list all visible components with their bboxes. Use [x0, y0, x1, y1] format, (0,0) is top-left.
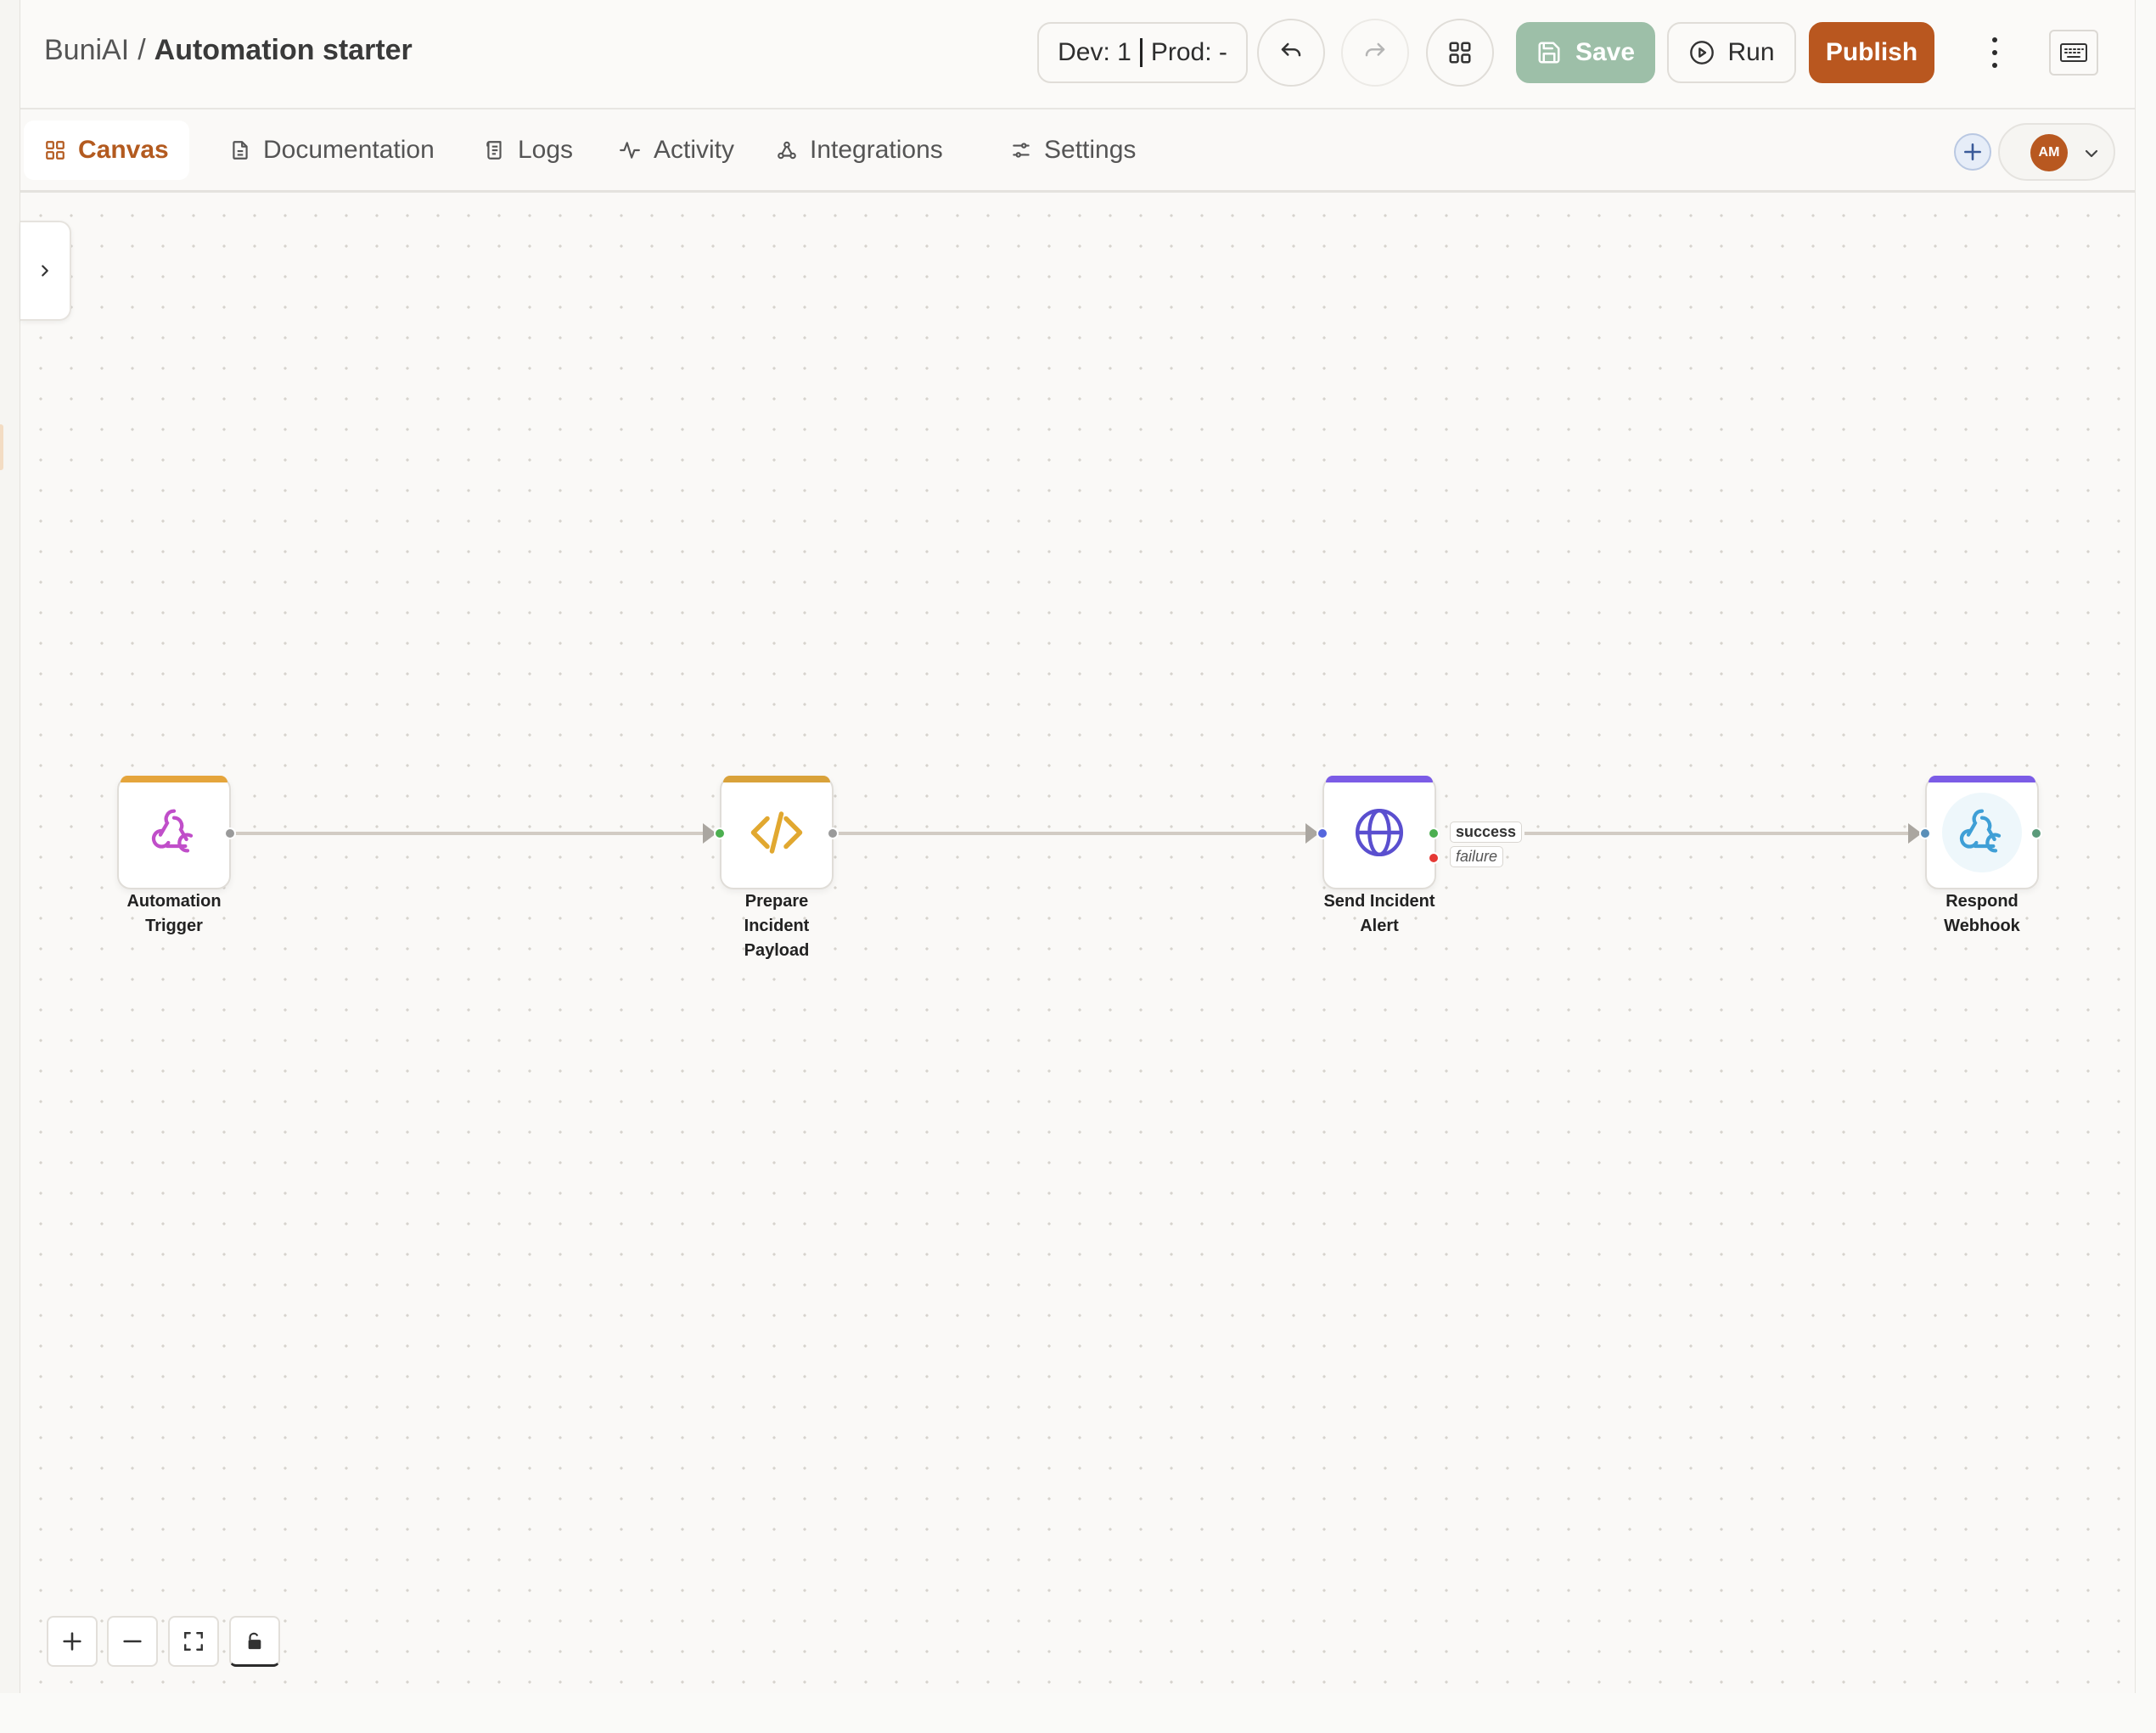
- grid-icon: [46, 141, 65, 160]
- failure-port[interactable]: [1428, 852, 1440, 864]
- zoom-out-button[interactable]: [107, 1616, 158, 1667]
- play-circle-icon: [1690, 41, 1715, 64]
- run-label: Run: [1727, 38, 1775, 66]
- node-label: Send Incident Alert: [1323, 892, 1435, 935]
- node-send-incident-alert[interactable]: [1322, 776, 1436, 889]
- edge-layer: [231, 823, 1922, 844]
- tab-bar: Canvas Documentation Logs Activity Integ…: [20, 110, 2135, 193]
- node-automation-trigger[interactable]: [117, 776, 231, 889]
- minus-icon: [123, 1640, 142, 1643]
- tab-integrations[interactable]: Integrations: [755, 121, 963, 180]
- run-button[interactable]: Run: [1667, 22, 1796, 83]
- workflow-canvas[interactable]: Automation Trigger Prepare Incident Payload…: [20, 195, 2135, 1693]
- fullscreen-icon: [184, 1632, 203, 1651]
- fit-view-button[interactable]: [168, 1616, 219, 1667]
- zoom-in-button[interactable]: [47, 1616, 98, 1667]
- breadcrumb: BuniAI / Automation starter: [44, 34, 413, 67]
- breadcrumb-project: Automation starter: [154, 34, 413, 66]
- save-button[interactable]: Save: [1516, 22, 1655, 83]
- avatar: AM: [2030, 134, 2068, 171]
- keyboard-shortcuts-button[interactable]: [2049, 30, 2098, 76]
- env-prod-label: Prod: -: [1150, 38, 1227, 66]
- output-port[interactable]: [827, 827, 839, 839]
- node-respond-webhook[interactable]: [1925, 776, 2039, 889]
- tab-label: Integrations: [810, 136, 943, 164]
- node-label: Respond Webhook: [1944, 892, 2020, 935]
- tab-label: Documentation: [263, 136, 435, 164]
- tab-label: Logs: [518, 136, 574, 164]
- grid-icon: [1449, 42, 1471, 64]
- icon-background: [1942, 793, 2022, 872]
- node-accent-bar: [121, 776, 227, 782]
- node-prepare-incident-payload[interactable]: [720, 776, 834, 889]
- node-label: Automation Trigger: [126, 892, 222, 935]
- user-menu[interactable]: AM: [1998, 123, 2115, 181]
- left-rail: [0, 0, 20, 1693]
- node-label: Prepare Incident Payload: [744, 892, 810, 960]
- publish-label: Publish: [1825, 38, 1918, 66]
- save-label: Save: [1575, 38, 1636, 66]
- undo-button[interactable]: [1257, 19, 1325, 87]
- tab-label: Activity: [654, 136, 735, 164]
- output-port[interactable]: [2030, 827, 2042, 839]
- layout-grid-button[interactable]: [1426, 19, 1494, 87]
- env-dev-label: Dev: 1: [1058, 38, 1131, 66]
- side-panel-toggle[interactable]: [20, 221, 71, 321]
- rail-indicator: [0, 424, 3, 470]
- chevron-down-icon: [2085, 149, 2098, 158]
- failure-branch-label: failure: [1450, 846, 1504, 867]
- node-accent-bar: [723, 776, 830, 782]
- success-branch-label: success: [1450, 822, 1523, 843]
- tab-label: Settings: [1044, 136, 1137, 164]
- success-port[interactable]: [1428, 827, 1440, 839]
- webhook-icon: [778, 141, 796, 160]
- tab-settings[interactable]: Settings: [990, 121, 1156, 180]
- output-port[interactable]: [224, 827, 236, 839]
- activity-icon: [620, 142, 640, 159]
- input-port[interactable]: [1317, 827, 1328, 839]
- sliders-icon: [1013, 143, 1030, 158]
- node-accent-bar: [1326, 776, 1433, 782]
- redo-button[interactable]: [1341, 19, 1409, 87]
- plus-icon: [1964, 143, 1981, 160]
- node-accent-bar: [1929, 776, 2035, 782]
- tab-activity[interactable]: Activity: [598, 121, 755, 180]
- globe-icon: [1355, 808, 1404, 857]
- publish-button[interactable]: Publish: [1809, 22, 1934, 83]
- lock-canvas-button[interactable]: [229, 1616, 280, 1667]
- tab-label: Canvas: [78, 136, 169, 164]
- scroll-icon: [486, 141, 502, 160]
- more-options-icon[interactable]: [1986, 37, 2003, 68]
- document-icon: [233, 141, 248, 160]
- plus-icon: [63, 1632, 81, 1651]
- webhook-icon: [1959, 809, 2002, 853]
- environment-selector[interactable]: Dev: 1 Prod: -: [1037, 22, 1248, 83]
- add-collaborator-button[interactable]: [1954, 133, 1991, 171]
- chevron-right-icon: [42, 265, 48, 277]
- tab-canvas[interactable]: Canvas: [24, 121, 189, 180]
- tab-documentation[interactable]: Documentation: [209, 121, 455, 180]
- unlock-icon: [248, 1632, 261, 1649]
- app-window: BuniAI / Automation starter Dev: 1 Prod: - …: [0, 0, 2136, 1693]
- save-icon: [1538, 42, 1560, 64]
- input-port[interactable]: [1919, 827, 1931, 839]
- input-port[interactable]: [714, 827, 726, 839]
- undo-icon: [1281, 42, 1301, 57]
- tab-logs[interactable]: Logs: [463, 121, 593, 180]
- code-icon: [750, 811, 803, 854]
- keyboard-icon: [2060, 43, 2087, 62]
- breadcrumb-org[interactable]: BuniAI: [44, 34, 129, 66]
- top-header: BuniAI / Automation starter Dev: 1 Prod: - …: [20, 0, 2135, 109]
- redo-icon: [1365, 42, 1385, 57]
- breadcrumb-separator: /: [138, 34, 146, 66]
- webhook-icon: [151, 809, 194, 853]
